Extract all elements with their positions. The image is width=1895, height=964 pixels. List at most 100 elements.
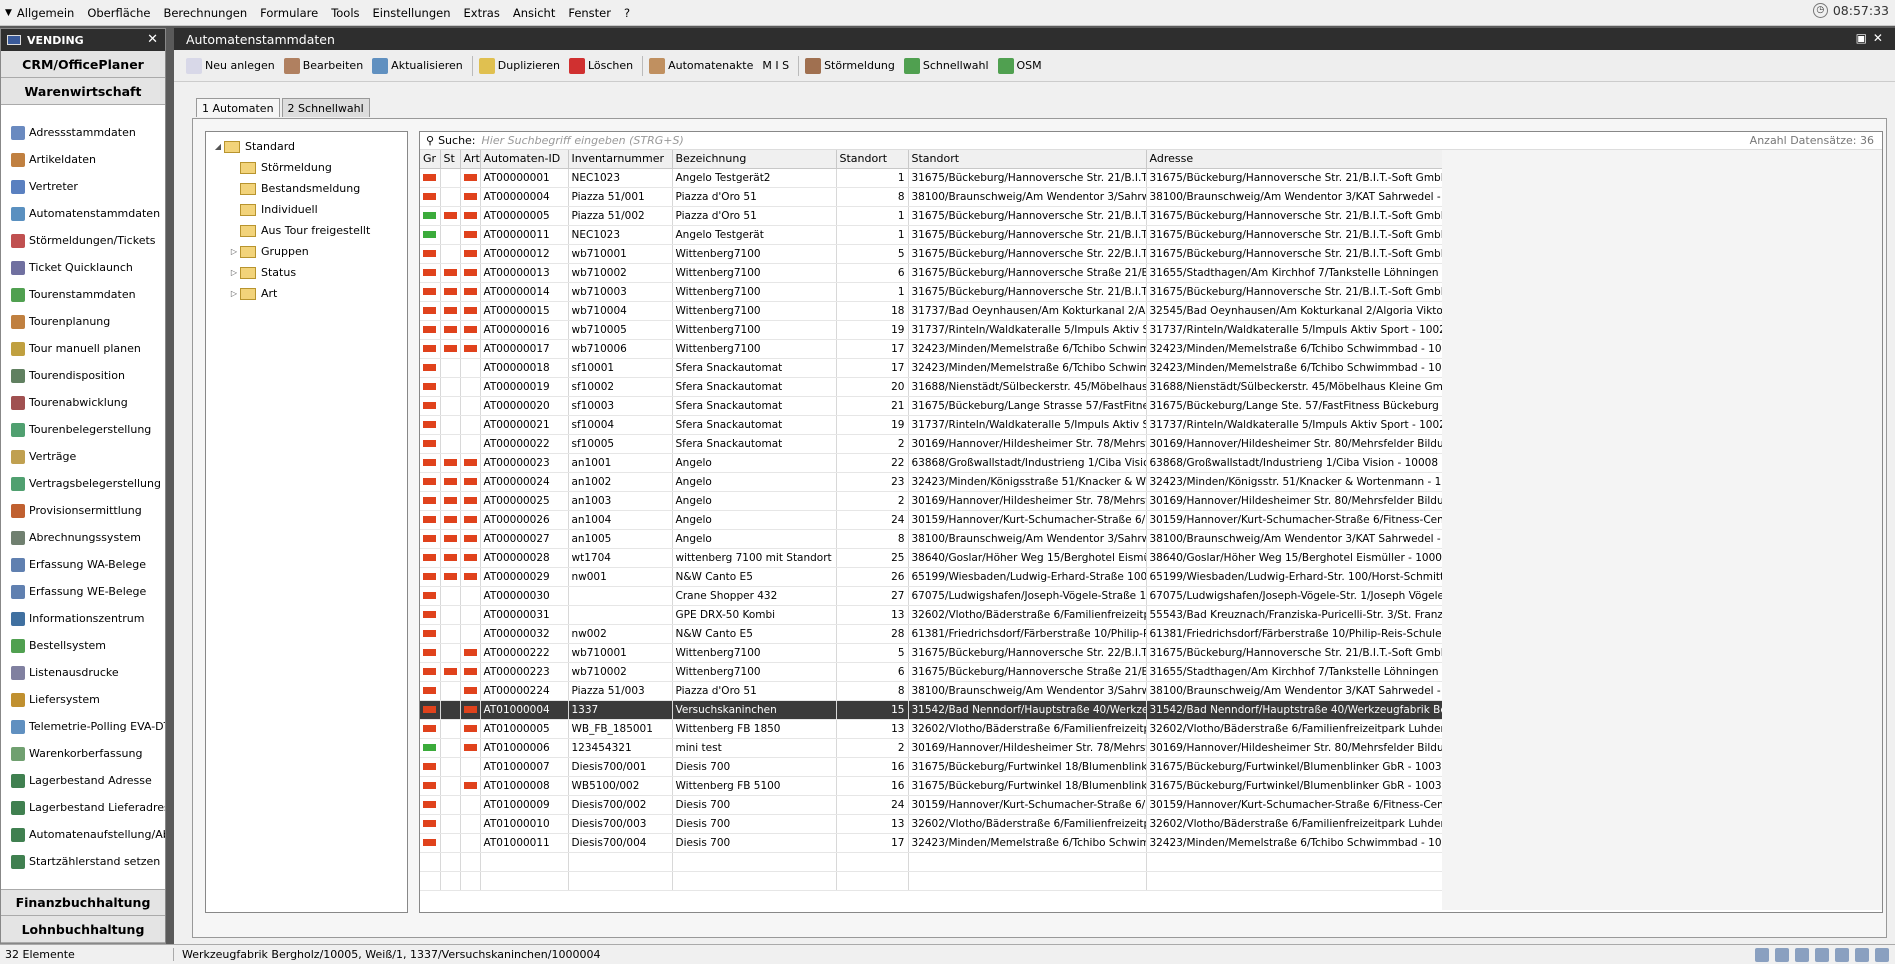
table-row[interactable]: AT00000017 wb710006 Wittenberg7100 17 32423/…: [420, 339, 1445, 359]
tree-node-0[interactable]: ◢ Standard: [206, 136, 407, 157]
table-row[interactable]: AT01000011 Diesis700/004 Diesis 700 17 32423…: [420, 833, 1445, 853]
toolbar-button-4[interactable]: Löschen: [568, 57, 633, 74]
sidebar-item-20[interactable]: Listenausdrucke: [1, 659, 165, 686]
table-row[interactable]: AT00000016 wb710005 Wittenberg7100 19 31737/…: [420, 320, 1445, 340]
table-row[interactable]: AT00000032 nw002 N&W Canto E5 28 61381/Fried…: [420, 624, 1445, 644]
tree-node-3[interactable]: Individuell: [206, 199, 407, 220]
section-warenwirtschaft[interactable]: Warenwirtschaft: [1, 78, 165, 105]
expand-icon[interactable]: ▷: [228, 268, 240, 277]
column-header-6[interactable]: Standort: [836, 150, 909, 169]
table-row[interactable]: AT01000010 Diesis700/003 Diesis 700 13 32602…: [420, 814, 1445, 834]
settings-icon[interactable]: [1775, 947, 1789, 962]
sidebar-item-4[interactable]: Störmeldungen/Tickets: [1, 227, 165, 254]
tab-automaten[interactable]: 1 Automaten: [196, 98, 280, 117]
sidebar-item-2[interactable]: Vertreter: [1, 173, 165, 200]
sidebar-item-24[interactable]: Lagerbestand Adresse: [1, 767, 165, 794]
toolbar-button-2[interactable]: Aktualisieren: [372, 57, 463, 74]
tab-schnellwahl[interactable]: 2 Schnellwahl: [281, 98, 370, 117]
toolbar-button-3[interactable]: Duplizieren: [478, 57, 560, 74]
sidebar-item-19[interactable]: Bestellsystem: [1, 632, 165, 659]
table-row[interactable]: AT00000024 an1002 Angelo 23 32423/Minden/Kön…: [420, 472, 1445, 492]
sidebar-item-26[interactable]: Automatenaufstellung/Abh: [1, 821, 165, 848]
menu-item-7[interactable]: Ansicht: [513, 6, 555, 20]
table-row[interactable]: AT00000018 sf10001 Sfera Snackautomat 17 324…: [420, 358, 1445, 378]
sidebar-item-0[interactable]: Adressstammdaten: [1, 119, 165, 146]
menu-arrow-icon[interactable]: ▼: [5, 8, 12, 18]
search-input[interactable]: Hier Suchbegriff eingeben (STRG+S): [482, 134, 684, 147]
table-row[interactable]: AT00000029 nw001 N&W Canto E5 26 65199/Wiesb…: [420, 567, 1445, 587]
column-header-5[interactable]: Bezeichnung: [672, 150, 837, 169]
toolbar-button-8[interactable]: Schnellwahl: [903, 57, 989, 74]
sidebar-item-13[interactable]: Vertragsbelegerstellung: [1, 470, 165, 497]
column-header-1[interactable]: St: [440, 150, 461, 169]
toolbar-button-5[interactable]: Automatenakte: [649, 57, 753, 74]
table-row[interactable]: AT00000224 Piazza 51/003 Piazza d'Oro 51 8 3…: [420, 681, 1445, 701]
table-row[interactable]: AT00000001 NEC1023 Angelo Testgerät2 1 31675…: [420, 168, 1445, 188]
sidebar-item-12[interactable]: Verträge: [1, 443, 165, 470]
table-row[interactable]: AT01000006 123454321 mini test 2 30169/Hanno…: [420, 738, 1445, 758]
sidebar-item-16[interactable]: Erfassung WA-Belege: [1, 551, 165, 578]
sidebar-item-3[interactable]: Automatenstammdaten: [1, 200, 165, 227]
menu-item-0[interactable]: Allgemein: [17, 6, 74, 20]
tree-node-2[interactable]: Bestandsmeldung: [206, 178, 407, 199]
expand-icon[interactable]: ◢: [212, 142, 224, 151]
expand-icon[interactable]: ▷: [228, 247, 240, 256]
sidebar-item-21[interactable]: Liefersystem: [1, 686, 165, 713]
exit-icon[interactable]: [1875, 947, 1889, 962]
toolbar-button-1[interactable]: Bearbeiten: [283, 57, 363, 74]
window-controls[interactable]: ▣✕: [1856, 31, 1889, 45]
network-icon[interactable]: [1835, 947, 1849, 962]
sidebar-item-18[interactable]: Informationszentrum: [1, 605, 165, 632]
table-row[interactable]: AT00000222 wb710001 Wittenberg7100 5 31675/B…: [420, 643, 1445, 663]
section-lohnbuchhaltung[interactable]: Lohnbuchhaltung: [1, 916, 165, 943]
sidebar-item-22[interactable]: Telemetrie-Polling EVA-DTS: [1, 713, 165, 740]
table-row[interactable]: AT01000005 WB_FB_185001 Wittenberg FB 1850…: [420, 719, 1445, 739]
section-crm[interactable]: CRM/OfficePlaner: [1, 51, 165, 78]
toolbar-button-0[interactable]: Neu anlegen: [186, 57, 275, 74]
tree-node-6[interactable]: ▷ Status: [206, 262, 407, 283]
table-row[interactable]: AT00000011 NEC1023 Angelo Testgerät 1 31675/…: [420, 225, 1445, 245]
table-row[interactable]: AT00000020 sf10003 Sfera Snackautomat 21 316…: [420, 396, 1445, 416]
sidebar-item-27[interactable]: Startzählerstand setzen: [1, 848, 165, 875]
sidebar-item-5[interactable]: Ticket Quicklaunch: [1, 254, 165, 281]
table-row[interactable]: AT00000022 sf10005 Sfera Snackautomat 2 3016…: [420, 434, 1445, 454]
section-finanzbuchhaltung[interactable]: Finanzbuchhaltung: [1, 889, 165, 916]
menu-item-5[interactable]: Einstellungen: [373, 6, 451, 20]
tree-node-4[interactable]: Aus Tour freigestellt: [206, 220, 407, 241]
sidebar-item-15[interactable]: Abrechnungssystem: [1, 524, 165, 551]
column-header-3[interactable]: Automaten-ID: [480, 150, 569, 169]
table-row[interactable]: AT00000012 wb710001 Wittenberg7100 5 31675/B…: [420, 244, 1445, 264]
menu-item-3[interactable]: Formulare: [260, 6, 318, 20]
toolbar-button-6[interactable]: M I S: [762, 59, 789, 72]
tree-node-1[interactable]: Störmeldung: [206, 157, 407, 178]
sidebar-item-6[interactable]: Tourenstammdaten: [1, 281, 165, 308]
table-row[interactable]: AT00000015 wb710004 Wittenberg7100 18 31737/…: [420, 301, 1445, 321]
sidebar-item-7[interactable]: Tourenplanung: [1, 308, 165, 335]
tree-node-7[interactable]: ▷ Art: [206, 283, 407, 304]
sidebar-item-8[interactable]: Tour manuell planen: [1, 335, 165, 362]
vertical-scrollbar[interactable]: [1869, 168, 1879, 908]
sidebar-item-1[interactable]: Artikeldaten: [1, 146, 165, 173]
table-row[interactable]: AT00000028 wt1704 wittenberg 7100 mit Stan…: [420, 548, 1445, 568]
column-header-0[interactable]: Gr: [420, 150, 441, 169]
column-header-4[interactable]: Inventarnummer: [568, 150, 673, 169]
sidebar-item-23[interactable]: Warenkorberfassung: [1, 740, 165, 767]
menu-item-8[interactable]: Fenster: [568, 6, 611, 20]
column-header-2[interactable]: Art: [460, 150, 481, 169]
menu-item-6[interactable]: Extras: [464, 6, 500, 20]
sidebar-item-17[interactable]: Erfassung WE-Belege: [1, 578, 165, 605]
table-row[interactable]: AT00000223 wb710002 Wittenberg7100 6 31675/B…: [420, 662, 1445, 682]
table-row[interactable]: AT00000030 Crane Shopper 432 27 67075/Ludwi…: [420, 586, 1445, 606]
sidebar-item-14[interactable]: Provisionsermittlung: [1, 497, 165, 524]
sidebar-item-11[interactable]: Tourenbelegerstellung: [1, 416, 165, 443]
table-row[interactable]: AT00000005 Piazza 51/002 Piazza d'Oro 51 1 3…: [420, 206, 1445, 226]
table-row[interactable]: AT01000004 1337 Versuchskaninchen 15 31542/B…: [420, 700, 1445, 720]
expand-icon[interactable]: ▷: [228, 289, 240, 298]
close-icon[interactable]: ✕: [147, 32, 158, 47]
table-row[interactable]: AT00000025 an1003 Angelo 2 30169/Hannover/Hi…: [420, 491, 1445, 511]
table-row[interactable]: AT00000023 an1001 Angelo 22 63868/Großwallst…: [420, 453, 1445, 473]
column-header-8[interactable]: Adresse: [1146, 150, 1445, 169]
menu-item-4[interactable]: Tools: [331, 6, 359, 20]
toolbar-button-7[interactable]: Störmeldung: [805, 57, 895, 74]
tree-node-5[interactable]: ▷ Gruppen: [206, 241, 407, 262]
